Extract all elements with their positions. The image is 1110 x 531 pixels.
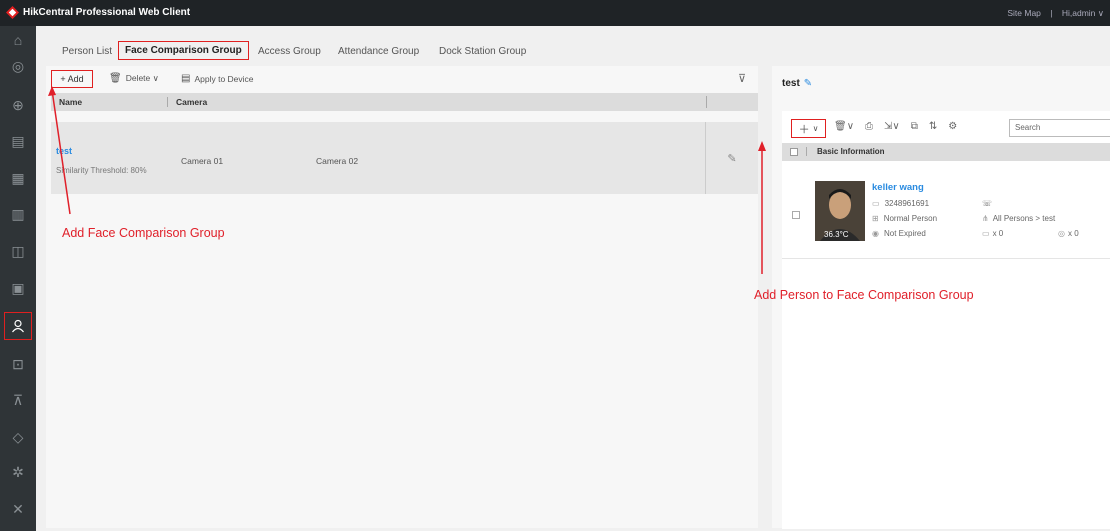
person-glyph-icon: [12, 319, 24, 333]
chevron-down-icon: ∨: [812, 124, 819, 133]
user-menu[interactable]: Hi,admin ∨: [1062, 8, 1104, 18]
phone-icon: ☏: [982, 199, 993, 208]
org-icon: ⋔: [982, 214, 989, 223]
person-type-icon: ⊞: [872, 214, 879, 223]
top-right-menu: Site Map | Hi,admin ∨: [1007, 8, 1104, 19]
sidebar: ⌂ ◎ ⊕ ▤ ▦ ▥ ◫ ▣ ⊡ ⊼ ◇ ✲ ✕: [0, 26, 36, 531]
calendar-icon[interactable]: ▣: [4, 274, 32, 302]
person-name-link[interactable]: keller wang: [872, 182, 924, 193]
main-content: Person List Face Comparison Group Access…: [36, 26, 1110, 531]
header-divider: [706, 96, 707, 108]
person-icon[interactable]: [4, 312, 32, 340]
person-photo: 36.3°C: [815, 181, 865, 241]
tab-dock-station-group[interactable]: Dock Station Group: [439, 46, 526, 57]
fingerprint-icon: ◎: [1058, 229, 1065, 238]
group-list-panel: + Add 🗑 Delete ∨ ▤ Apply to Device ⊽ Nam…: [46, 66, 758, 528]
delete-label: Delete ∨: [125, 73, 159, 83]
shield-icon[interactable]: ◇: [4, 423, 32, 451]
person-toolbar: 🗑∨ ⎙ ⇲∨ ⧉ ⇅ ⚙: [834, 121, 957, 132]
card-count-icon: ▭: [982, 229, 990, 238]
fingerprint-count: ◎ x 0: [1058, 229, 1079, 238]
apply-to-device-button[interactable]: ▤ Apply to Device: [181, 73, 254, 84]
person-table-header: Basic Information: [782, 143, 1110, 161]
group-title-text: test: [782, 78, 800, 89]
settings-icon[interactable]: ✲: [4, 458, 32, 486]
edit-title-icon[interactable]: ✎: [804, 78, 812, 89]
list-icon[interactable]: ▦: [4, 164, 32, 192]
add-person-button[interactable]: ＋ ∨: [791, 119, 826, 138]
group-title: test ✎: [782, 78, 812, 89]
group-path: ⋔ All Persons > test: [982, 214, 1056, 223]
vehicle-icon[interactable]: ⊼: [4, 386, 32, 414]
search-placeholder: Search: [1015, 123, 1041, 132]
table-row[interactable]: test Similarity Threshold: 80% Camera 01…: [51, 122, 758, 194]
copy-icon[interactable]: ⧉: [911, 121, 918, 132]
temperature-badge: 36.3°C: [824, 230, 849, 239]
trash-icon: 🗑: [109, 73, 122, 84]
clock-icon: ◉: [872, 229, 879, 238]
top-divider: |: [1050, 8, 1053, 18]
group-name-link[interactable]: test: [56, 146, 72, 156]
annotation-add-group: Add Face Comparison Group: [62, 226, 225, 240]
id-card-icon[interactable]: ⊡: [4, 350, 32, 378]
person-id: ▭ 3248961691: [872, 199, 930, 208]
map-icon[interactable]: ◎: [4, 52, 32, 80]
person-list-panel: ＋ ∨ 🗑∨ ⎙ ⇲∨ ⧉ ⇅ ⚙ Search ⌕ Basic Informa…: [782, 111, 1110, 529]
delete-button[interactable]: 🗑 Delete ∨: [109, 73, 159, 84]
tab-bar: Person List Face Comparison Group Access…: [36, 41, 736, 69]
filter-icon[interactable]: ⊽: [738, 72, 746, 85]
network-icon[interactable]: ⊕: [4, 91, 32, 119]
header-camera[interactable]: Camera: [167, 97, 207, 107]
home-icon[interactable]: ⌂: [4, 26, 32, 54]
edit-icon[interactable]: ✎: [705, 122, 758, 194]
card-count: ▭ x 0: [982, 229, 1004, 238]
brand: HikCentral Professional Web Client: [6, 6, 190, 19]
similarity-threshold: Similarity Threshold: 80%: [56, 166, 147, 175]
tab-person-list[interactable]: Person List: [62, 46, 112, 57]
site-map-link[interactable]: Site Map: [1007, 8, 1041, 18]
apply-icon: ▤: [181, 73, 191, 84]
group-toolbar: + Add 🗑 Delete ∨ ▤ Apply to Device ⊽: [46, 66, 758, 92]
tools-icon[interactable]: ✕: [4, 495, 32, 523]
person-import-icon[interactable]: ⎙: [865, 121, 873, 132]
row-checkbox[interactable]: [792, 211, 800, 219]
report-icon[interactable]: ▥: [4, 200, 32, 228]
list-item[interactable]: 36.3°C keller wang ▭ 3248961691 ⊞ Normal P…: [782, 169, 1110, 259]
person-status: ◉ Not Expired: [872, 229, 926, 238]
camera-2: Camera 02: [316, 156, 359, 166]
gear-icon[interactable]: ⚙: [948, 121, 957, 132]
apply-label: Apply to Device: [194, 73, 254, 84]
header-basic-information: Basic Information: [806, 147, 885, 156]
tab-access-group[interactable]: Access Group: [258, 46, 321, 57]
group-table-header: Name Camera: [51, 93, 758, 111]
header-name[interactable]: Name: [59, 97, 82, 107]
trash-icon[interactable]: 🗑∨: [834, 121, 854, 132]
hik-logo-icon: [6, 6, 19, 19]
camera-1: Camera 01: [181, 156, 224, 166]
tab-attendance-group[interactable]: Attendance Group: [338, 46, 419, 57]
add-group-button[interactable]: + Add: [51, 70, 93, 88]
document-icon[interactable]: ◫: [4, 237, 32, 265]
app-title: HikCentral Professional Web Client: [23, 7, 191, 18]
annotation-add-person: Add Person to Face Comparison Group: [754, 288, 974, 302]
select-all-checkbox[interactable]: [790, 148, 798, 156]
card-icon: ▭: [872, 199, 880, 208]
search-input[interactable]: Search ⌕: [1009, 119, 1110, 137]
tab-face-comparison-group[interactable]: Face Comparison Group: [118, 41, 249, 60]
top-bar: HikCentral Professional Web Client Site …: [0, 0, 1110, 26]
export-icon[interactable]: ⇲∨: [884, 121, 900, 132]
sort-icon[interactable]: ⇅: [929, 121, 937, 132]
monitor-icon[interactable]: ▤: [4, 127, 32, 155]
person-type: ⊞ Normal Person: [872, 214, 938, 223]
